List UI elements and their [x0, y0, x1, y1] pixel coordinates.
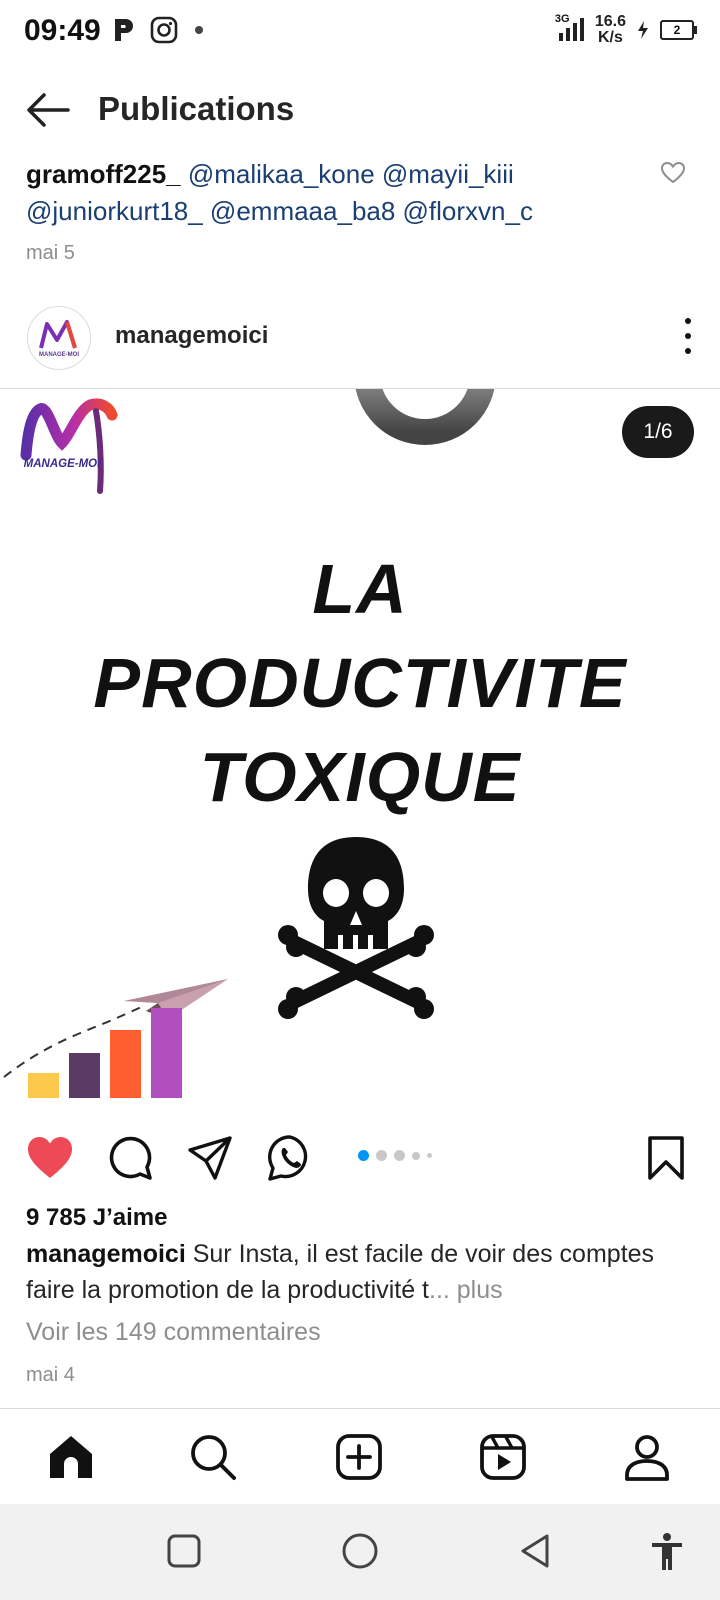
image-title-line-1: LA [312, 550, 408, 628]
nav-divider [0, 1408, 720, 1409]
carousel-dot-active [358, 1150, 369, 1161]
image-title-line-3: TOXIQUE [199, 738, 521, 816]
more-options-icon[interactable] [682, 318, 694, 354]
carousel-dot [376, 1150, 387, 1161]
svg-text:MANAGE-MOI: MANAGE-MOI [39, 352, 79, 358]
manage-moi-logo: MANAGE-MOI [20, 398, 118, 494]
post-image[interactable]: MANAGE-MOI LA PRODUCTIVITE TOXIQUE [0, 389, 720, 1111]
post-username[interactable]: managemoici [115, 322, 268, 350]
status-right: 3G 16.6 K/s 2 [555, 13, 697, 46]
mentions-line-2[interactable]: @juniorkurt18_ @emmaaa_ba8 @florxvn_c [26, 196, 533, 226]
carousel-counter: 1/6 [622, 406, 694, 458]
mentions-line-1[interactable]: @malikaa_kone @mayii_kiii [188, 159, 514, 189]
post-caption: managemoici Sur Insta, il est facile de … [26, 1236, 696, 1308]
manage-moi-logo-icon: MANAGE-MOI [39, 320, 79, 358]
carousel-dot [427, 1153, 432, 1158]
comment-icon[interactable] [106, 1134, 154, 1182]
likes-count[interactable]: 9 785 J’aime [26, 1204, 167, 1232]
home-circle-icon[interactable] [339, 1530, 381, 1572]
net-speed: 16.6 K/s [594, 13, 626, 46]
reels-icon[interactable] [478, 1432, 528, 1482]
signal-icon: 3G [555, 13, 585, 43]
post-date: mai 4 [26, 1364, 75, 1386]
notification-dot-icon [195, 26, 203, 34]
p-icon [115, 19, 133, 41]
status-left-icons [112, 16, 206, 44]
svg-text:MANAGE-MOI: MANAGE-MOI [24, 458, 101, 470]
whatsapp-icon[interactable] [266, 1134, 314, 1182]
page-title: Publications [98, 90, 295, 127]
back-arrow-icon[interactable] [24, 90, 72, 130]
decorative-ring-icon [355, 389, 495, 445]
avatar[interactable]: MANAGE-MOI [27, 306, 91, 370]
image-title-line-2: PRODUCTIVITE [93, 644, 627, 722]
accessibility-icon[interactable] [646, 1530, 688, 1572]
recent-apps-icon[interactable] [163, 1530, 205, 1572]
skull-crossbones-icon [278, 837, 434, 1019]
comment-like-heart-icon[interactable] [660, 160, 686, 186]
profile-icon[interactable] [622, 1432, 672, 1482]
battery-icon: 2 [660, 20, 697, 40]
like-heart-icon[interactable] [26, 1134, 74, 1182]
previous-comment: gramoff225_ @malikaa_kone @mayii_kiii @j… [26, 156, 646, 230]
carousel-dot [394, 1150, 405, 1161]
search-icon[interactable] [188, 1432, 238, 1482]
growth-chart-illustration [3, 979, 228, 1098]
view-comments-link[interactable]: Voir les 149 commentaires [26, 1318, 321, 1347]
home-icon[interactable] [46, 1432, 96, 1482]
instagram-icon [150, 16, 178, 44]
carousel-dot [412, 1151, 420, 1160]
carousel-dots [358, 1150, 432, 1161]
charging-icon [638, 21, 648, 39]
previous-date: mai 5 [26, 242, 75, 264]
system-back-icon[interactable] [515, 1530, 557, 1572]
caption-more-link[interactable]: ... plus [429, 1276, 503, 1304]
status-time: 09:49 [24, 14, 101, 47]
bookmark-icon[interactable] [642, 1134, 690, 1182]
share-send-icon[interactable] [186, 1134, 234, 1182]
previous-username[interactable]: gramoff225_ [26, 159, 181, 189]
caption-username[interactable]: managemoici [26, 1240, 186, 1268]
create-icon[interactable] [334, 1432, 384, 1482]
